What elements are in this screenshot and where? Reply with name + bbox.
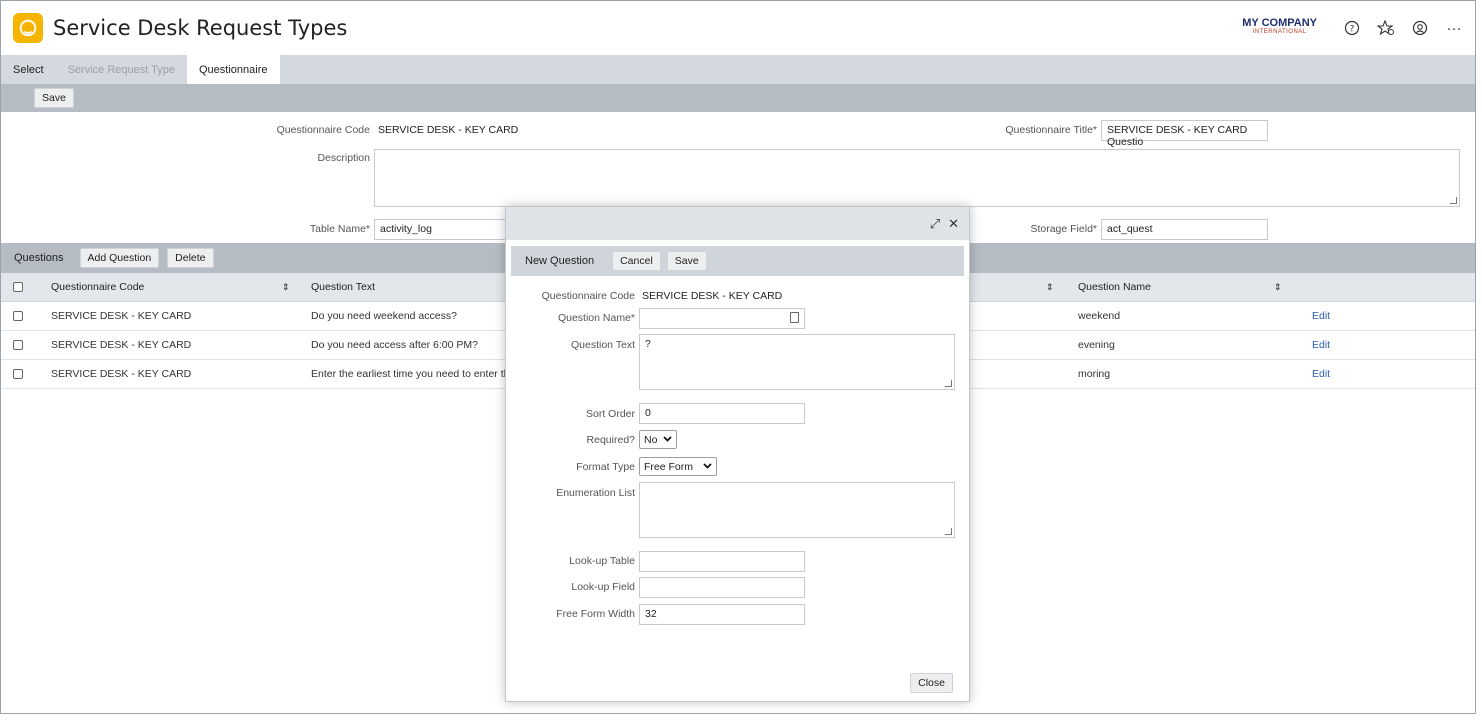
row-name: evening [1078,339,1115,351]
column-question-text[interactable]: Question Text [311,273,375,301]
storage-field-label: Storage Field* [1030,223,1097,235]
format-type-select[interactable]: Free Form [639,457,717,476]
sort-order-input[interactable]: 0 [639,403,805,424]
svg-text:?: ? [1350,25,1355,35]
new-question-dialog: ⤢ ✕ New Question Cancel Save Questionnai… [505,206,970,702]
select-all-checkbox[interactable] [13,273,23,301]
row-code: SERVICE DESK - KEY CARD [51,368,192,380]
lookup-field-input[interactable] [639,577,805,598]
required-select[interactable]: No [639,430,677,449]
required-value: No [644,433,658,446]
table-name-label: Table Name* [309,223,370,235]
row-checkbox[interactable] [13,302,23,330]
app-logo-icon [13,13,43,43]
table-name-value: activity_log [380,223,432,235]
user-icon[interactable] [1411,19,1429,37]
free-form-width-value: 32 [645,608,657,620]
questionnaire-title-label: Questionnaire Title* [1005,124,1097,136]
lookup-table-label: Look-up Table [569,555,635,567]
cancel-button[interactable]: Cancel [612,251,661,271]
favorites-icon[interactable] [1377,19,1395,37]
headset-icon [19,19,37,37]
form-toolbar: Save [1,84,1475,112]
edit-link[interactable]: Edit [1312,360,1330,388]
company-sub: INTERNATIONAL [1252,29,1307,35]
save-button[interactable]: Save [34,88,74,108]
column-question-name[interactable]: Question Name [1078,273,1151,301]
app-window: Service Desk Request Types MY COMPANY IN… [0,0,1476,714]
edit-link[interactable]: Edit [1312,302,1330,330]
row-checkbox[interactable] [13,331,23,359]
dialog-titlebar: ⤢ ✕ [506,207,969,240]
chevron-down-icon [703,461,712,472]
row-text: Enter the earliest time you need to ente… [311,368,505,380]
free-form-width-label: Free Form Width [556,608,635,620]
row-code: SERVICE DESK - KEY CARD [51,339,192,351]
resize-handle-icon[interactable] [1450,197,1457,204]
header-actions: MY COMPANY INTERNATIONAL ? ··· [1242,17,1463,37]
row-name: weekend [1078,310,1121,322]
company-logo: MY COMPANY INTERNATIONAL [1242,17,1317,37]
resize-handle-icon[interactable] [945,528,952,535]
question-text-textarea[interactable]: ? [639,334,955,390]
close-button[interactable]: Close [910,673,953,693]
dialog-code-value: SERVICE DESK - KEY CARD [642,290,783,302]
sort-icon[interactable]: ⇕ [1274,273,1282,301]
row-checkbox[interactable] [13,360,23,388]
table-name-input[interactable]: activity_log [374,219,514,240]
tab-questionnaire[interactable]: Questionnaire [187,55,280,84]
row-text: Do you need weekend access? [311,310,457,322]
format-type-label: Format Type [576,461,635,473]
enumeration-list-textarea[interactable] [639,482,955,538]
questions-title: Questions [14,252,64,264]
storage-field-input[interactable]: act_quest [1101,219,1268,240]
questionnaire-title-value: SERVICE DESK - KEY CARD Questio [1107,124,1248,148]
required-label: Required? [586,434,635,446]
description-label: Description [317,152,370,164]
row-text: Do you need access after 6:00 PM? [311,339,478,351]
row-name: moring [1078,368,1111,380]
add-question-button[interactable]: Add Question [79,248,160,268]
chevron-down-icon [663,434,673,445]
format-type-value: Free Form [644,460,694,473]
tab-bar: Select Service Request Type Questionnair… [1,55,1475,84]
dialog-code-label: Questionnaire Code [541,290,635,302]
dialog-toolbar: New Question Cancel Save [511,246,964,276]
company-name: MY COMPANY [1242,17,1317,29]
free-form-width-input[interactable]: 32 [639,604,805,625]
dialog-title: New Question [525,255,595,267]
delete-button[interactable]: Delete [167,248,214,268]
sort-order-label: Sort Order [585,408,635,420]
question-text-label: Question Text [570,339,635,351]
description-textarea[interactable] [374,149,1460,207]
app-title: Service Desk Request Types [53,16,348,40]
resize-handle-icon[interactable] [945,380,952,387]
sort-icon[interactable]: ⇕ [282,273,290,301]
close-icon[interactable]: ✕ [948,216,959,232]
expand-icon[interactable]: ⤢ [930,216,940,232]
question-name-label: Question Name* [557,312,635,324]
tab-select[interactable]: Select [1,55,56,84]
sort-order-value: 0 [645,407,651,419]
tab-service-request-type[interactable]: Service Request Type [56,55,187,84]
dialog-save-button[interactable]: Save [666,251,707,271]
lookup-table-input[interactable] [639,551,805,572]
column-questionnaire-code[interactable]: Questionnaire Code [51,273,144,301]
questionnaire-code-value: SERVICE DESK - KEY CARD [378,124,519,136]
lookup-field-label: Look-up Field [571,581,635,593]
questionnaire-code-label: Questionnaire Code [276,124,370,136]
question-text-value: ? [645,338,651,350]
app-header: Service Desk Request Types MY COMPANY IN… [1,1,1475,55]
question-name-input[interactable] [639,308,805,329]
enumeration-list-label: Enumeration List [556,487,635,499]
sort-icon[interactable]: ⇕ [1046,273,1054,301]
help-icon[interactable]: ? [1343,19,1361,37]
calendar-icon[interactable] [790,312,799,323]
questionnaire-title-input[interactable]: SERVICE DESK - KEY CARD Questio [1101,120,1268,148]
storage-field-value: act_quest [1107,223,1153,235]
more-icon[interactable]: ··· [1445,19,1463,37]
edit-link[interactable]: Edit [1312,331,1330,359]
row-code: SERVICE DESK - KEY CARD [51,310,192,322]
